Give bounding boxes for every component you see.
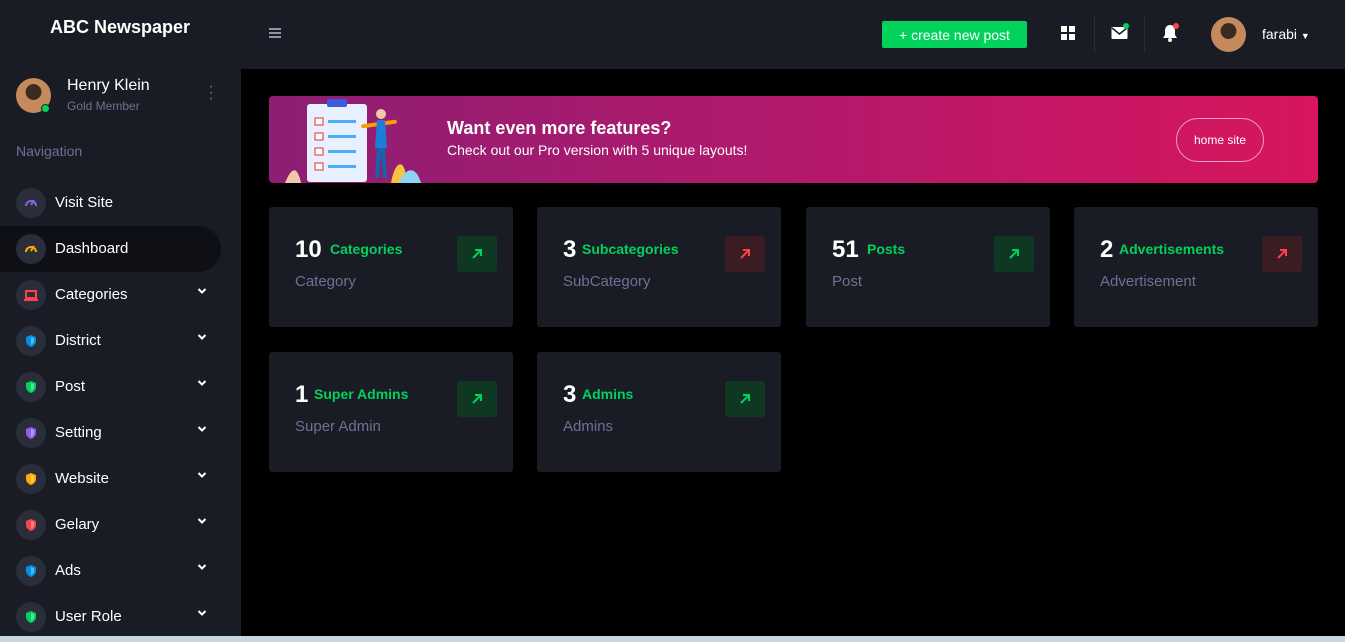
stat-subtitle: Admins (563, 418, 614, 435)
chevron-down-icon[interactable] (197, 287, 207, 298)
speedometer-icon (16, 188, 46, 218)
chevron-down-icon[interactable] (197, 379, 207, 390)
chevron-down-icon[interactable] (197, 333, 207, 344)
stat-label: Advertisements (1119, 241, 1225, 257)
sidebar-item-ads[interactable]: Ads (0, 548, 221, 594)
sidebar-item-setting[interactable]: Setting (0, 410, 221, 456)
sidebar-item-post[interactable]: Post (0, 364, 221, 410)
online-status-dot (41, 104, 50, 113)
chevron-down-icon[interactable] (197, 563, 207, 574)
stat-number: 3 (563, 236, 577, 263)
sidebar: ABC Newspaper Henry Klein Gold Member · ·… (0, 0, 241, 642)
sidebar-item-label: Visit Site (55, 194, 114, 211)
stat-card-posts[interactable]: 51 Posts Post (806, 207, 1050, 327)
stat-card-admins[interactable]: 3 Admins Admins (537, 352, 781, 472)
sidebar-item-label: Gelary (55, 516, 100, 533)
sidebar-item-label: District (55, 332, 101, 349)
grid-icon[interactable] (1059, 24, 1077, 42)
sidebar-item-district[interactable]: District (0, 318, 221, 364)
sidebar-profile: Henry Klein Gold Member · · · (16, 76, 236, 116)
stat-subtitle: Post (832, 273, 863, 290)
sidebar-item-visit-site[interactable]: Visit Site (0, 180, 221, 226)
banner-title: Want even more features? (447, 118, 672, 138)
chevron-down-icon[interactable] (197, 517, 207, 528)
arrow-up-right-icon (725, 381, 765, 417)
user-avatar[interactable] (1211, 17, 1246, 52)
shield-icon (16, 326, 46, 356)
sidebar-item-user-role[interactable]: User Role (0, 594, 221, 640)
stat-label: Admins (582, 386, 634, 402)
chevron-down-icon[interactable] (197, 425, 207, 436)
sidebar-item-dashboard[interactable]: Dashboard (0, 226, 221, 272)
chevron-down-icon[interactable] (197, 471, 207, 482)
sidebar-item-website[interactable]: Website (0, 456, 221, 502)
stat-label: Categories (330, 241, 403, 257)
brand-logo[interactable]: ABC Newspaper (50, 17, 190, 38)
shield-icon (16, 372, 46, 402)
sidebar-item-label: User Role (55, 608, 122, 625)
promo-banner: Want even more features? Check out our P… (269, 96, 1318, 183)
home-site-button[interactable]: home site (1176, 118, 1264, 162)
arrow-up-right-icon-danger (1262, 236, 1302, 272)
speedometer-icon (16, 234, 46, 264)
stat-number: 2 (1100, 236, 1114, 263)
stat-card-super-admins[interactable]: 1 Super Admins Super Admin (269, 352, 513, 472)
stat-subtitle: Super Admin (295, 418, 381, 435)
profile-name: Henry Klein (67, 77, 150, 94)
sidebar-item-label: Post (55, 378, 86, 395)
stat-label: Subcategories (582, 241, 679, 257)
stat-subtitle: Advertisement (1100, 273, 1196, 290)
sidebar-item-label: Dashboard (55, 240, 129, 257)
divider (1144, 15, 1145, 53)
stat-number: 1 (295, 381, 309, 408)
user-menu-toggle[interactable]: farabi ▼ (1262, 26, 1310, 42)
menu-toggle-icon[interactable] (269, 28, 281, 40)
banner-subtitle: Check out our Pro version with 5 unique … (447, 142, 748, 158)
create-post-button[interactable]: + create new post (882, 21, 1027, 48)
arrow-up-right-icon (457, 236, 497, 272)
sidebar-item-label: Setting (55, 424, 102, 441)
checklist-illustration (283, 98, 423, 183)
stat-number: 51 (832, 236, 859, 263)
arrow-up-right-icon (457, 381, 497, 417)
user-name: farabi (1262, 26, 1298, 42)
stat-label: Super Admins (314, 386, 409, 402)
stat-card-categories[interactable]: 10 Categories Category (269, 207, 513, 327)
stat-number: 10 (295, 236, 322, 263)
top-navbar: + create new post farabi ▼ (241, 0, 1345, 69)
arrow-up-right-icon-danger (725, 236, 765, 272)
shield-icon (16, 556, 46, 586)
notification-badge (1173, 23, 1179, 29)
sidebar-item-label: Ads (55, 562, 81, 579)
shield-icon (16, 602, 46, 632)
stat-label: Posts (867, 241, 906, 257)
divider (1094, 15, 1095, 53)
nav-section-title: Navigation (16, 143, 83, 159)
sidebar-item-gelary[interactable]: Gelary (0, 502, 221, 548)
sidebar-item-label: Categories (55, 286, 128, 303)
laptop-icon (16, 280, 46, 310)
sidebar-nav: Visit Site Dashboard Categories District Pos… (0, 180, 241, 640)
stat-number: 3 (563, 381, 577, 408)
chevron-down-icon[interactable] (197, 609, 207, 620)
shield-icon (16, 510, 46, 540)
profile-role: Gold Member (67, 99, 140, 113)
stat-subtitle: SubCategory (563, 273, 651, 290)
stat-card-advertisements[interactable]: 2 Advertisements Advertisement (1074, 207, 1318, 327)
os-taskbar (0, 636, 1345, 642)
arrow-up-right-icon (994, 236, 1034, 272)
more-options-icon[interactable]: · · · (206, 79, 216, 107)
mail-badge (1123, 23, 1129, 29)
stat-subtitle: Category (295, 273, 356, 290)
sidebar-item-categories[interactable]: Categories (0, 272, 221, 318)
shield-icon (16, 464, 46, 494)
sidebar-item-label: Website (55, 470, 109, 487)
shield-icon (16, 418, 46, 448)
stat-card-subcategories[interactable]: 3 Subcategories SubCategory (537, 207, 781, 327)
caret-down-icon: ▼ (1300, 31, 1310, 41)
